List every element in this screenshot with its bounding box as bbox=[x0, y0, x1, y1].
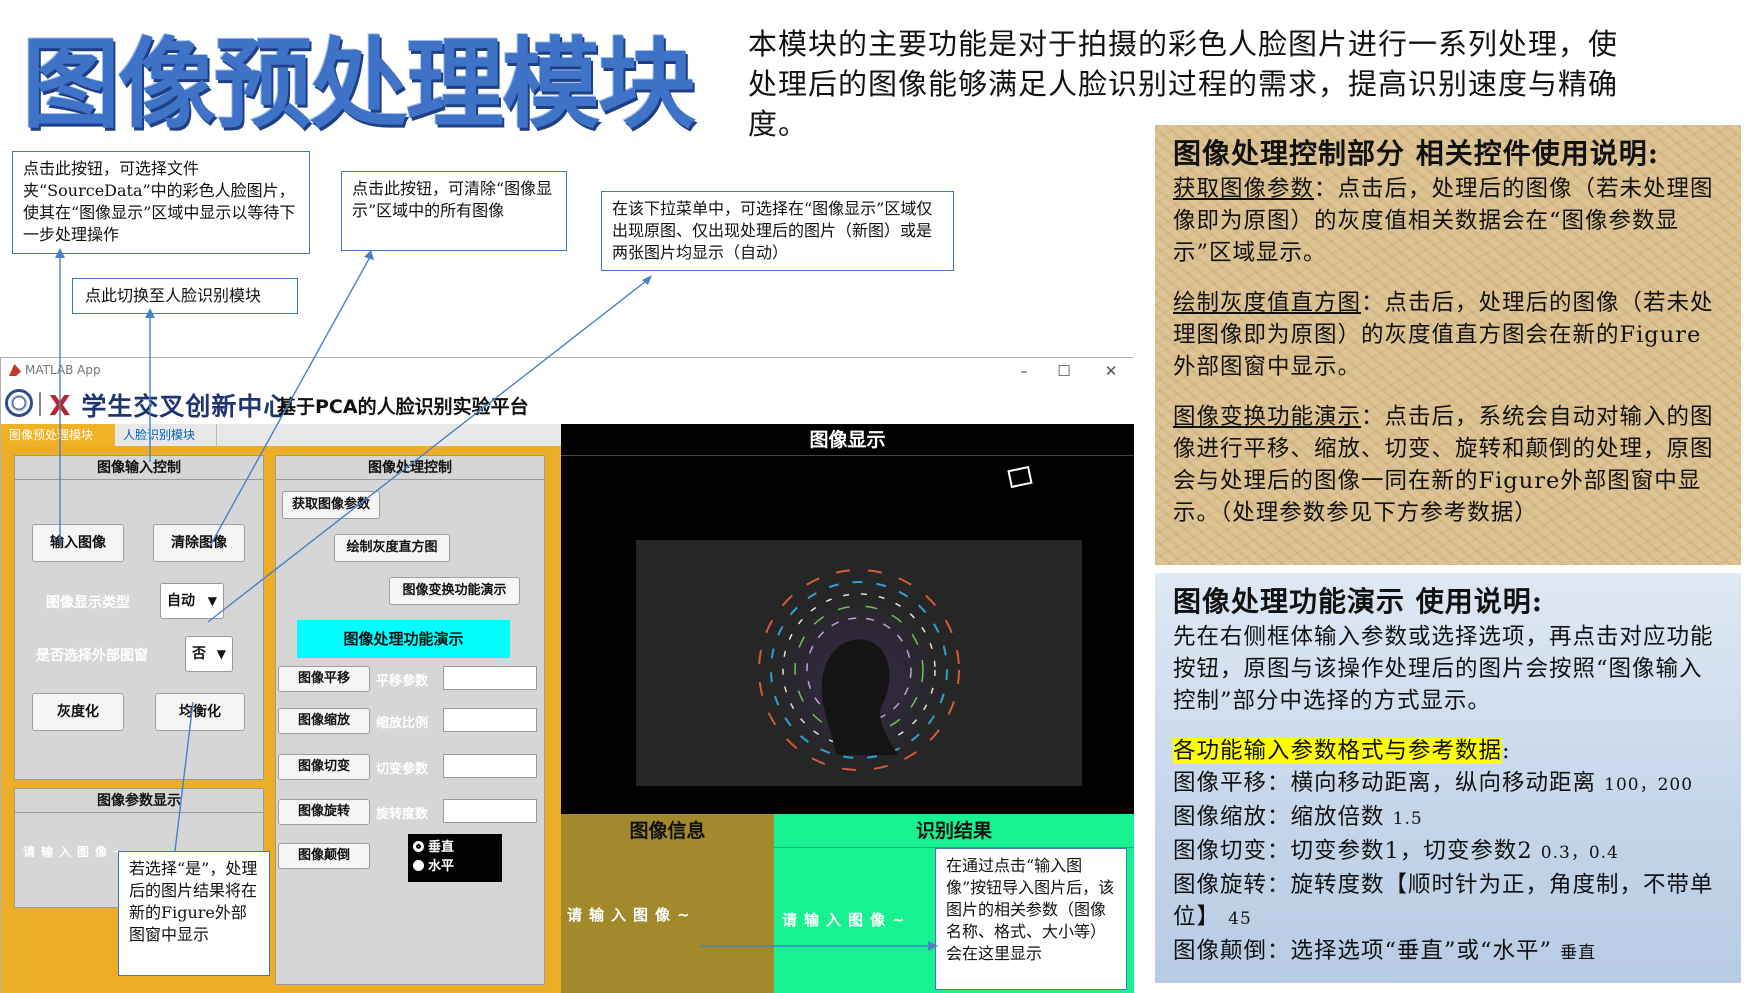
connector-line bbox=[207, 277, 651, 623]
connector-line bbox=[174, 701, 194, 852]
connector-lines bbox=[55, 248, 938, 951]
arrow-head bbox=[55, 248, 65, 258]
connector-line bbox=[209, 256, 371, 547]
arrow-head bbox=[928, 941, 938, 951]
arrow-head bbox=[364, 250, 374, 260]
arrow-head bbox=[145, 308, 155, 318]
